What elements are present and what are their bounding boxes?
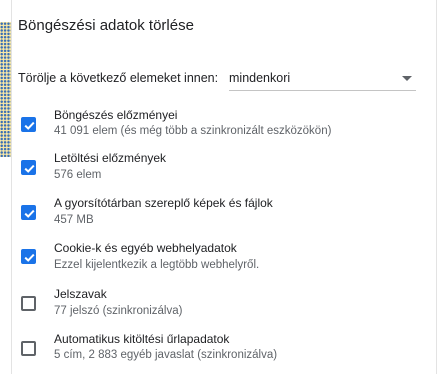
item-subtitle: 457 MB bbox=[54, 214, 94, 226]
checkbox-download-history[interactable] bbox=[21, 160, 36, 175]
item-title: Letöltési előzmények bbox=[54, 151, 167, 165]
time-range-select[interactable]: mindenkori bbox=[229, 65, 416, 91]
page: Böngészési adatok törlése Törölje a köve… bbox=[0, 0, 447, 374]
checkbox-passwords[interactable] bbox=[21, 296, 36, 311]
item-cookies[interactable]: Cookie-k és egyéb webhelyadatok Ezzel ki… bbox=[12, 237, 436, 281]
checkbox-autofill[interactable] bbox=[21, 341, 36, 356]
checkmark-icon bbox=[24, 253, 35, 262]
checkbox-cookies[interactable] bbox=[21, 249, 36, 264]
item-title: Jelszavak bbox=[54, 287, 107, 301]
dialog-title: Böngészési adatok törlése bbox=[18, 17, 194, 34]
item-title: Automatikus kitöltési űrlapadatok bbox=[54, 332, 230, 346]
checkmark-icon bbox=[24, 121, 35, 130]
item-subtitle: 41 091 elem (és még több a szinkronizált… bbox=[54, 125, 332, 137]
item-download-history[interactable]: Letöltési előzmények 576 elem bbox=[12, 148, 436, 192]
item-autofill[interactable]: Automatikus kitöltési űrlapadatok 5 cím,… bbox=[12, 326, 436, 370]
time-range-value: mindenkori bbox=[229, 71, 291, 85]
item-subtitle: Ezzel kijelentkezik a legtöbb webhelyről… bbox=[54, 259, 260, 271]
checkbox-cached-images[interactable] bbox=[21, 205, 36, 220]
item-subtitle: 5 cím, 2 883 egyéb javaslat (szinkronizá… bbox=[54, 349, 278, 361]
item-title: A gyorsítótárban szereplő képek és fájlo… bbox=[54, 196, 273, 210]
dropdown-arrow-icon bbox=[402, 76, 412, 81]
item-subtitle: 77 jelszó (szinkronizálva) bbox=[54, 305, 183, 317]
highlight-marker bbox=[0, 22, 11, 157]
checkbox-browsing-history[interactable] bbox=[21, 117, 36, 132]
item-passwords[interactable]: Jelszavak 77 jelszó (szinkronizálva) bbox=[12, 282, 436, 326]
time-range-label: Törölje a következő elemeket innen: bbox=[18, 71, 219, 85]
item-title: Cookie-k és egyéb webhelyadatok bbox=[54, 241, 237, 255]
item-title: Böngészés előzményei bbox=[54, 108, 178, 122]
item-cached-images[interactable]: A gyorsítótárban szereplő képek és fájlo… bbox=[12, 192, 436, 236]
item-browsing-history[interactable]: Böngészés előzményei 41 091 elem (és még… bbox=[12, 104, 436, 148]
item-subtitle: 576 elem bbox=[54, 169, 102, 181]
clear-browsing-data-dialog: Böngészési adatok törlése Törölje a köve… bbox=[11, 0, 437, 374]
checkmark-icon bbox=[24, 209, 35, 218]
checkmark-icon bbox=[24, 164, 35, 173]
